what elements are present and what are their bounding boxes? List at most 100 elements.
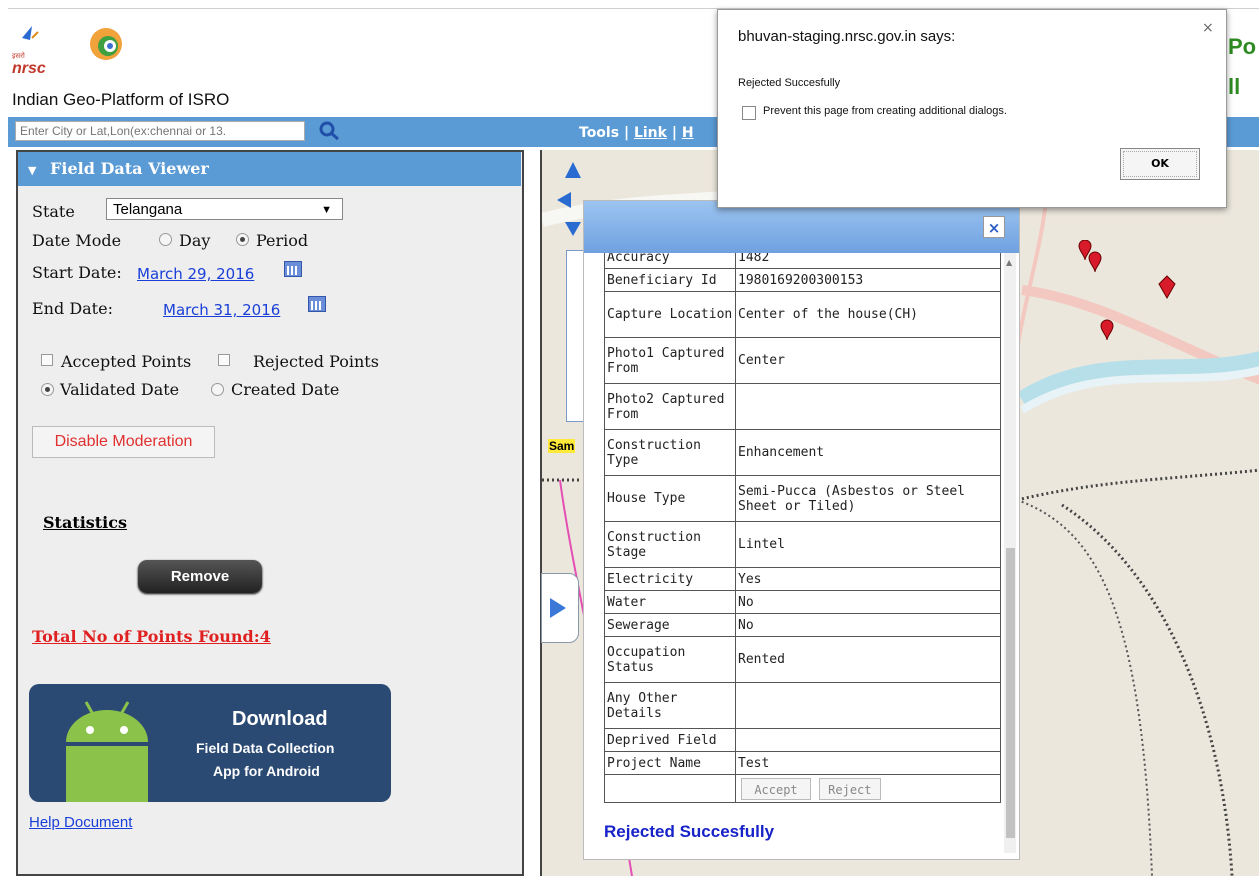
- dialog-message: Rejected Succesfully: [738, 77, 841, 89]
- map-markers: [1078, 240, 1176, 341]
- attribute-table: Accuracy 1482 Beneficiary Id 19801692003001…: [604, 253, 1001, 803]
- banner-subtitle-1: Field Data Collection: [196, 740, 335, 756]
- attribute-key: Photo1 Captured From: [604, 337, 736, 384]
- attribute-value: Lintel: [735, 521, 1001, 568]
- start-date-label: Start Date:: [32, 263, 122, 282]
- attribute-value: Rented: [735, 636, 1001, 683]
- map-place-label: Sam: [548, 439, 576, 453]
- banner-title: Download: [232, 708, 328, 730]
- collapse-triangle-icon[interactable]: ▼: [28, 164, 36, 177]
- header-right-text-2: ll: [1228, 74, 1241, 99]
- location-search-input[interactable]: [15, 121, 305, 141]
- attribute-value: [735, 682, 1001, 729]
- table-row: Photo1 Captured From Center: [604, 337, 1001, 384]
- day-label: Day: [179, 231, 211, 250]
- attribute-value: 1980169200300153: [735, 268, 1001, 292]
- attribute-key: House Type: [604, 475, 736, 522]
- ok-button[interactable]: OK: [1120, 148, 1200, 180]
- period-label: Period: [256, 231, 309, 250]
- state-label: State: [32, 202, 75, 221]
- table-row: Any Other Details: [604, 682, 1001, 729]
- attribute-value: Yes: [735, 567, 1001, 591]
- attribute-value: No: [735, 613, 1001, 637]
- attribute-key: Deprived Field: [604, 728, 736, 752]
- table-row: Capture Location Center of the house(CH): [604, 291, 1001, 338]
- calendar-icon[interactable]: [284, 261, 302, 277]
- state-value: Telangana: [113, 201, 183, 218]
- banner-subtitle-2: App for Android: [213, 763, 320, 779]
- accept-button[interactable]: Accept: [741, 777, 811, 800]
- map-marker-icon: [1088, 251, 1102, 273]
- attribute-value: [735, 383, 1001, 430]
- isro-nrsc-logo: [22, 26, 122, 60]
- table-row: Water No: [604, 590, 1001, 614]
- end-date-label: End Date:: [32, 299, 113, 318]
- statistics-heading[interactable]: Statistics: [43, 513, 127, 532]
- table-row: House Type Semi-Pucca (Asbestos or Steel …: [604, 475, 1001, 522]
- attribute-key: Capture Location: [604, 291, 736, 338]
- attribute-table-wrapper: Accuracy 1482 Beneficiary Id 19801692003001…: [604, 253, 1001, 818]
- start-date-link[interactable]: March 29, 2016: [137, 265, 254, 283]
- attribute-key: Water: [604, 590, 736, 614]
- table-row: Beneficiary Id 1980169200300153: [604, 268, 1001, 292]
- attribute-value: [735, 728, 1001, 752]
- created-date-label: Created Date: [231, 380, 340, 399]
- attribute-value: No: [735, 590, 1001, 614]
- attribute-value: Center: [735, 337, 1001, 384]
- ok-button-label: OK: [1151, 157, 1169, 170]
- attribute-value: Center of the house(CH): [735, 291, 1001, 338]
- disable-moderation-button[interactable]: Disable Moderation: [32, 426, 215, 458]
- attribute-key: Electricity: [604, 567, 736, 591]
- attribute-value: Enhancement: [735, 429, 1001, 476]
- rejected-points-label: Rejected Points: [253, 352, 379, 371]
- scroll-up-icon[interactable]: ▲: [1006, 258, 1012, 267]
- attribute-key: Photo2 Captured From: [604, 383, 736, 430]
- day-radio[interactable]: [159, 233, 172, 246]
- prevent-dialogs-label[interactable]: Prevent this page from creating addition…: [763, 105, 1007, 117]
- validated-date-radio[interactable]: [41, 383, 54, 396]
- attribute-key: Construction Stage: [604, 521, 736, 568]
- header-right-text-1: Po: [1228, 34, 1257, 59]
- nrsc-logo-text: nrsc: [12, 60, 46, 77]
- remove-button[interactable]: Remove: [138, 560, 262, 593]
- android-icon: [66, 701, 148, 802]
- rejected-points-checkbox[interactable]: [218, 354, 230, 366]
- search-icon[interactable]: [318, 120, 342, 142]
- menu-link[interactable]: Link: [634, 125, 667, 141]
- menu-tools[interactable]: Tools: [579, 125, 619, 141]
- dialog-close-icon[interactable]: ×: [1202, 20, 1214, 36]
- menu-help[interactable]: H: [682, 125, 694, 141]
- attribute-key: Project Name: [604, 751, 736, 775]
- state-select[interactable]: Telangana ▼: [106, 198, 343, 220]
- period-radio[interactable]: [236, 233, 249, 246]
- reject-button[interactable]: Reject: [818, 777, 881, 800]
- help-document-link[interactable]: Help Document: [29, 814, 132, 831]
- attribute-value: Semi-Pucca (Asbestos or Steel Sheet or T…: [735, 475, 1001, 522]
- table-row: Construction Stage Lintel: [604, 521, 1001, 568]
- attribute-key: Any Other Details: [604, 682, 736, 729]
- calendar-icon[interactable]: [308, 296, 326, 312]
- chevron-down-icon: ▼: [321, 204, 332, 216]
- accepted-points-checkbox[interactable]: [41, 354, 53, 366]
- dialog-title: bhuvan-staging.nrsc.gov.in says:: [738, 28, 956, 45]
- top-menu: Tools | Link | H: [579, 125, 694, 141]
- panel-header[interactable]: ▼ Field Data Viewer: [18, 152, 521, 186]
- table-row: Accuracy 1482: [604, 253, 1001, 269]
- prevent-dialogs-checkbox[interactable]: [742, 106, 756, 120]
- menu-separator: |: [671, 125, 677, 141]
- end-date-link[interactable]: March 31, 2016: [163, 301, 280, 319]
- scrollbar-thumb[interactable]: [1006, 548, 1015, 838]
- date-mode-label: Date Mode: [32, 231, 122, 250]
- accepted-points-label: Accepted Points: [61, 352, 192, 371]
- table-row: Project Name Test: [604, 751, 1001, 775]
- attribute-key: Occupation Status: [604, 636, 736, 683]
- panel-toggle-arrow-icon[interactable]: [541, 573, 579, 643]
- validated-date-label: Validated Date: [60, 380, 180, 399]
- attribute-value: Test: [735, 751, 1001, 775]
- popup-close-button[interactable]: ×: [983, 216, 1005, 238]
- attribute-key: Beneficiary Id: [604, 268, 736, 292]
- menu-separator: |: [623, 125, 630, 141]
- total-points-link[interactable]: Total No of Points Found:4: [32, 627, 271, 646]
- created-date-radio[interactable]: [211, 383, 224, 396]
- table-row: Occupation Status Rented: [604, 636, 1001, 683]
